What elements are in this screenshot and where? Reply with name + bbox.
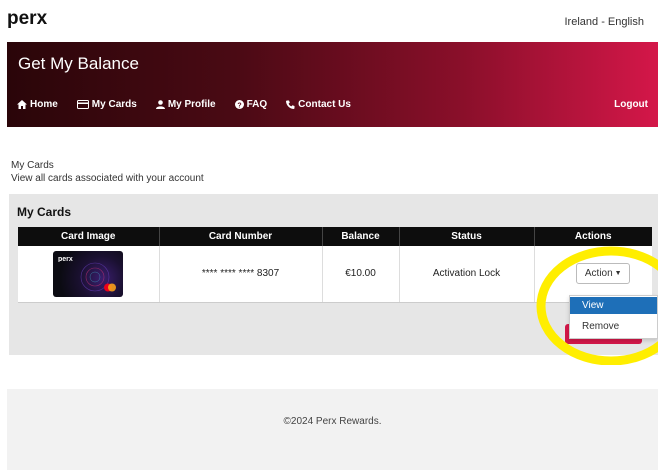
action-dropdown-button[interactable]: Action ▼ (576, 263, 631, 285)
column-header-card-image: Card Image (18, 227, 160, 246)
copyright-text: ©2024 Perx Rewards. (283, 416, 382, 427)
nav-label-my-cards: My Cards (91, 99, 137, 110)
column-header-card-number: Card Number (159, 227, 323, 246)
credit-card-icon (76, 100, 89, 109)
logout-link[interactable]: Logout (614, 99, 648, 110)
nav-label-home: Home (30, 99, 58, 110)
dropdown-item-remove[interactable]: Remove (570, 318, 657, 335)
actions-cell: Action ▼ (534, 246, 652, 303)
nav-label-faq: FAQ (246, 99, 268, 110)
nav-item-my-cards[interactable]: My Cards (76, 99, 137, 110)
nav-label-my-profile: My Profile (167, 99, 216, 110)
section-subtitle: View all cards associated with your acco… (11, 173, 204, 184)
table-header-row: Card Image Card Number Balance Status Ac… (18, 227, 652, 246)
page-title: Get My Balance (18, 54, 139, 73)
column-header-actions: Actions (534, 227, 652, 246)
card-number-cell: **** **** **** 8307 (159, 246, 323, 303)
section-heading: My Cards (11, 160, 54, 171)
table-row: perx **** **** **** 8307 €10.00 Activati… (18, 246, 652, 303)
phone-icon (286, 100, 295, 109)
cards-table: Card Image Card Number Balance Status Ac… (18, 227, 652, 303)
nav-item-home[interactable]: Home (17, 99, 58, 110)
dropdown-item-view[interactable]: View (570, 297, 657, 314)
svg-text:perx: perx (7, 8, 48, 29)
column-header-status: Status (399, 227, 535, 246)
home-icon (17, 100, 27, 109)
balance-cell: €10.00 (322, 246, 400, 303)
svg-text:?: ? (237, 102, 241, 109)
main-nav: Home My Cards My Profile ? FAQ Contact U… (17, 99, 370, 110)
action-dropdown-menu: View Remove (569, 295, 658, 339)
nav-item-contact-us[interactable]: Contact Us (286, 99, 351, 110)
page-footer: ©2024 Perx Rewards. (7, 389, 658, 470)
panel-title: My Cards (17, 205, 72, 219)
action-button-label: Action (584, 268, 613, 280)
nav-item-my-profile[interactable]: My Profile (155, 99, 216, 110)
nav-label-contact-us: Contact Us (298, 99, 351, 110)
status-cell: Activation Lock (399, 246, 535, 303)
user-icon (155, 100, 165, 109)
column-header-balance: Balance (322, 227, 400, 246)
card-image-cell: perx (18, 246, 160, 303)
mastercard-icon (104, 283, 117, 292)
question-circle-icon: ? (234, 100, 244, 109)
page-banner: Get My Balance Home My Cards My Profile … (7, 42, 658, 127)
card-image: perx (53, 250, 124, 297)
my-cards-panel: My Cards Card Image Card Number Balance … (9, 194, 658, 355)
intro-section: My Cards View all cards associated with … (11, 159, 204, 185)
top-bar: perx Ireland - English (0, 0, 658, 42)
perx-logo[interactable]: perx (7, 8, 65, 30)
caret-down-icon: ▼ (614, 270, 622, 278)
locale-selector[interactable]: Ireland - English (565, 16, 645, 28)
nav-item-faq[interactable]: ? FAQ (234, 99, 268, 110)
